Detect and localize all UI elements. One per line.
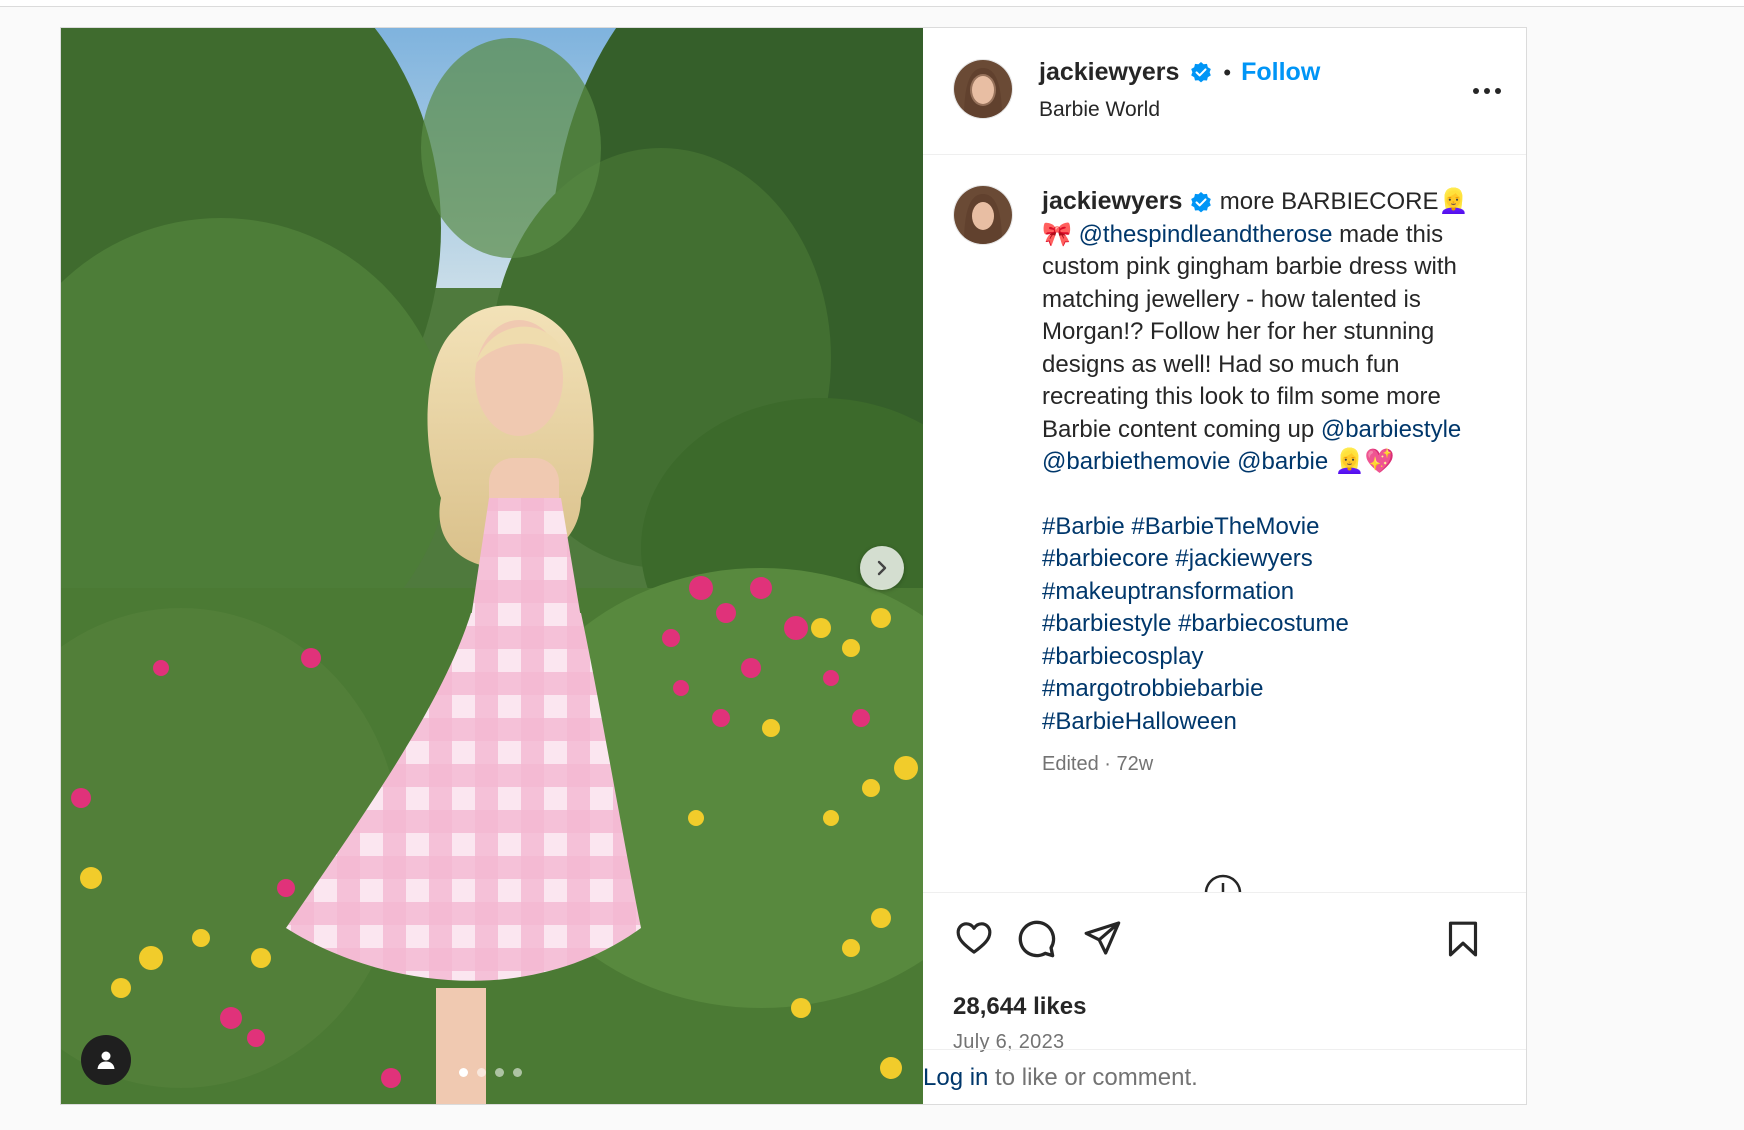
caption-text: made this custom pink gingham barbie dre…: [1042, 220, 1457, 443]
carousel-indicator: [459, 1068, 522, 1077]
post-location[interactable]: Barbie World: [1039, 98, 1160, 122]
follow-button[interactable]: Follow: [1241, 58, 1320, 87]
caption-intro: more BARBIECORE: [1219, 188, 1439, 215]
mention-link[interactable]: @thespindleandtherose: [1079, 221, 1333, 248]
next-slide-button[interactable]: [860, 546, 904, 590]
verified-badge-icon: [1191, 61, 1212, 82]
login-prompt-text: to like or comment.: [988, 1064, 1198, 1091]
caption-bow-emoji: 🎀: [1042, 220, 1072, 248]
browser-top-strip: [0, 0, 1744, 7]
more-dot: [1473, 88, 1479, 94]
caption-intro-emoji: 👱‍♀️: [1438, 188, 1469, 215]
post-caption: jackiewyers more BARBIECORE👱‍♀️ 🎀 @thesp…: [1042, 185, 1482, 781]
caption-avatar[interactable]: [953, 185, 1013, 245]
hashtag-line[interactable]: #Barbie #BarbieTheMovie: [1042, 511, 1482, 544]
mention-link[interactable]: @barbiestyle: [1321, 416, 1461, 443]
hashtag-line[interactable]: #barbiecosplay: [1042, 641, 1482, 674]
mention-link[interactable]: @barbiethemovie: [1042, 448, 1230, 475]
header-separator: •: [1223, 59, 1232, 85]
chevron-right-icon: [877, 560, 887, 576]
user-tag-icon: [97, 1051, 115, 1069]
comment-icon[interactable]: [1015, 918, 1057, 960]
avatar-image: [954, 186, 1012, 244]
carousel-dot-active: [459, 1068, 468, 1077]
more-dot: [1484, 88, 1490, 94]
login-prompt: Log in to like or comment.: [923, 1064, 1198, 1092]
avatar-image: [954, 60, 1012, 118]
post-header: jackiewyers • Follow Barbie World: [923, 28, 1526, 155]
post-side-panel: jackiewyers • Follow Barbie World jackie…: [923, 28, 1526, 1104]
hashtag-line[interactable]: #BarbieHalloween: [1042, 706, 1482, 739]
heart-icon[interactable]: [953, 918, 995, 958]
hashtag-line[interactable]: #barbiestyle #barbiecostume: [1042, 608, 1482, 641]
instagram-post: jackiewyers • Follow Barbie World jackie…: [60, 27, 1527, 1105]
hashtag-line[interactable]: #margotrobbiebarbie: [1042, 673, 1482, 706]
likes-count[interactable]: 28,644 likes: [953, 993, 1086, 1021]
caption-body: jackiewyers more BARBIECORE👱‍♀️ 🎀 @thesp…: [1042, 185, 1482, 479]
hashtag-line[interactable]: #makeuptransformation: [1042, 576, 1482, 609]
carousel-dot: [477, 1068, 486, 1077]
mention-link[interactable]: @barbie: [1237, 448, 1328, 475]
add-comment-icon[interactable]: [1203, 873, 1243, 892]
header-username[interactable]: jackiewyers: [1039, 58, 1179, 87]
caption-end-emoji: 👱‍♀️💖: [1334, 448, 1395, 475]
verified-badge-icon: [1191, 191, 1211, 213]
photo-illustration: [61, 28, 923, 1104]
tagged-users-button[interactable]: [81, 1035, 131, 1085]
more-dot: [1495, 88, 1501, 94]
bookmark-icon[interactable]: [1443, 918, 1483, 960]
post-edited-meta: Edited · 72w: [1042, 753, 1154, 775]
share-icon[interactable]: [1081, 918, 1123, 958]
login-prompt-bar: Log in to like or comment.: [923, 1049, 1526, 1105]
hashtag-line[interactable]: #barbiecore #jackiewyers: [1042, 543, 1482, 576]
more-options-icon[interactable]: [1473, 88, 1501, 94]
carousel-dot: [495, 1068, 504, 1077]
caption-username[interactable]: jackiewyers: [1042, 187, 1182, 215]
post-photo[interactable]: [61, 28, 923, 1104]
post-actions: 28,644 likes July 6, 2023: [923, 892, 1526, 1053]
login-link[interactable]: Log in: [923, 1064, 988, 1091]
carousel-dot: [513, 1068, 522, 1077]
avatar[interactable]: [953, 59, 1013, 119]
caption-scroll-area[interactable]: jackiewyers more BARBIECORE👱‍♀️ 🎀 @thesp…: [923, 155, 1526, 892]
